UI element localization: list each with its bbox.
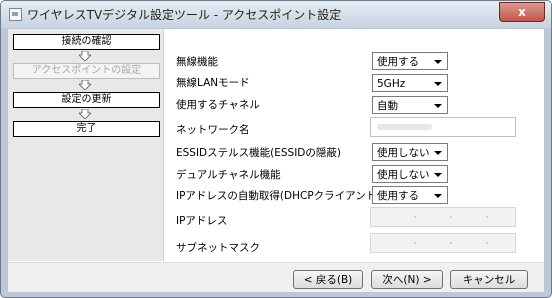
ip-auto-label: IPアドレスの自動取得(DHCPクライアント) bbox=[176, 190, 381, 202]
subnet-mask-label: サブネットマスク bbox=[176, 242, 260, 254]
ip-separator-dot bbox=[450, 216, 452, 218]
channel-value: 自動 bbox=[377, 100, 398, 112]
ip-separator-dot bbox=[486, 242, 488, 244]
dual-channel-label: デュアルチャネル機能 bbox=[176, 169, 281, 181]
essid-stealth-label: ESSIDステルス機能(ESSIDの隠蔽) bbox=[176, 147, 341, 159]
dialog-window: ワイヤレスTVデジタル設定ツール - アクセスポイント設定 x 接続の確認 アク… bbox=[0, 0, 552, 298]
channel-label: 使用するチャネル bbox=[176, 99, 260, 111]
window-title: ワイヤレスTVデジタル設定ツール - アクセスポイント設定 bbox=[27, 8, 342, 22]
essid-stealth-select[interactable]: 使用しない bbox=[372, 143, 448, 161]
ip-separator-dot bbox=[414, 216, 416, 218]
ip-address-input bbox=[370, 207, 516, 227]
wireless-lan-mode-select[interactable]: 5GHz bbox=[372, 74, 448, 92]
chevron-down-icon bbox=[434, 60, 442, 64]
app-icon bbox=[9, 8, 22, 21]
close-button[interactable]: x bbox=[499, 2, 545, 22]
dual-channel-value: 使用しない bbox=[377, 169, 430, 181]
cancel-button[interactable]: キャンセル bbox=[450, 270, 528, 289]
step-connection-check: 接続の確認 bbox=[13, 34, 160, 50]
ip-auto-select[interactable]: 使用する bbox=[372, 186, 448, 204]
essid-stealth-value: 使用しない bbox=[377, 147, 430, 159]
step-update-settings: 設定の更新 bbox=[13, 92, 160, 108]
button-bar: < 戻る(B) 次へ(N) > キャンセル bbox=[8, 262, 544, 292]
step-arrow-icon bbox=[79, 80, 91, 90]
dialog-content: 接続の確認 アクセスポイントの設定 設定の更新 完了 無線機能 無線LANモード… bbox=[8, 29, 544, 292]
wireless-lan-mode-value: 5GHz bbox=[377, 78, 406, 90]
wireless-function-value: 使用する bbox=[377, 56, 419, 68]
ip-auto-value: 使用する bbox=[377, 190, 419, 202]
back-button[interactable]: < 戻る(B) bbox=[293, 270, 363, 289]
chevron-down-icon bbox=[434, 82, 442, 86]
subnet-mask-input bbox=[370, 233, 516, 253]
redacted-text bbox=[377, 124, 432, 130]
ip-address-label: IPアドレス bbox=[176, 215, 228, 227]
title-bar[interactable]: ワイヤレスTVデジタル設定ツール - アクセスポイント設定 x bbox=[1, 1, 551, 28]
ip-separator-dot bbox=[450, 242, 452, 244]
step-complete: 完了 bbox=[13, 121, 160, 137]
chevron-down-icon bbox=[434, 151, 442, 155]
chevron-down-icon bbox=[434, 194, 442, 198]
step-arrow-icon bbox=[79, 109, 91, 119]
next-button[interactable]: 次へ(N) > bbox=[371, 270, 443, 289]
wireless-function-label: 無線機能 bbox=[176, 56, 218, 68]
ip-separator-dot bbox=[414, 242, 416, 244]
step-access-point-settings: アクセスポイントの設定 bbox=[13, 63, 160, 79]
chevron-down-icon bbox=[434, 173, 442, 177]
network-name-input[interactable] bbox=[370, 117, 516, 137]
dual-channel-select[interactable]: 使用しない bbox=[372, 165, 448, 183]
ip-separator-dot bbox=[486, 216, 488, 218]
wireless-function-select[interactable]: 使用する bbox=[372, 52, 448, 70]
channel-select[interactable]: 自動 bbox=[372, 96, 448, 114]
step-arrow-icon bbox=[79, 51, 91, 61]
wireless-lan-mode-label: 無線LANモード bbox=[176, 77, 250, 89]
chevron-down-icon bbox=[434, 104, 442, 108]
step-panel: 接続の確認 アクセスポイントの設定 設定の更新 完了 bbox=[8, 29, 164, 261]
network-name-label: ネットワーク名 bbox=[176, 124, 250, 136]
